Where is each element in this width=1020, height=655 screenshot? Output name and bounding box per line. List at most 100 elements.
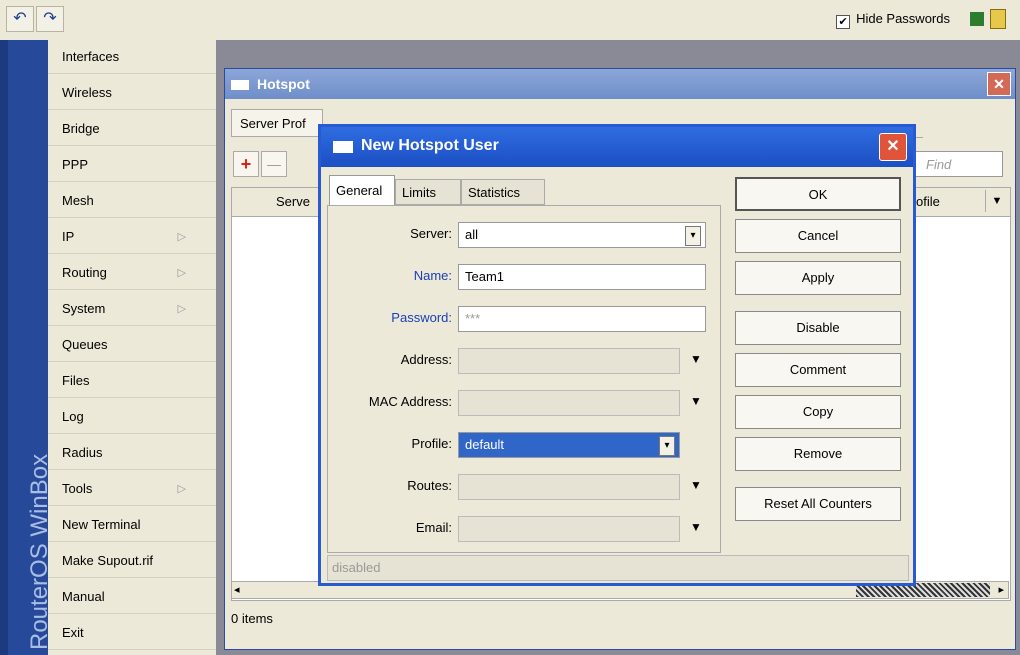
sidebar-item-interfaces[interactable]: Interfaces — [48, 40, 216, 74]
cancel-button[interactable]: Cancel — [735, 219, 901, 253]
sidebar-item-mesh[interactable]: Mesh — [48, 184, 216, 218]
sidebar-item-label: Mesh — [62, 193, 94, 208]
sidebar-item-label: Files — [62, 373, 90, 388]
mac-dropdown-icon[interactable]: ▼ — [688, 394, 704, 408]
reset-all-counters-button[interactable]: Reset All Counters — [735, 487, 901, 521]
sidebar-item-new-terminal[interactable]: New Terminal — [48, 508, 216, 542]
sidebar-item-queues[interactable]: Queues — [48, 328, 216, 362]
sidebar-item-ip[interactable]: IP ▷ — [48, 220, 216, 254]
select-arrow-icon[interactable]: ▾ — [685, 226, 701, 246]
close-icon[interactable]: ✕ — [879, 133, 907, 161]
routes-dropdown-icon[interactable]: ▼ — [688, 478, 704, 492]
address-dropdown-icon[interactable]: ▼ — [688, 352, 704, 366]
sidebar-item-make-supout-rif[interactable]: Make Supout.rif — [48, 544, 216, 578]
window-icon — [231, 80, 249, 90]
redo-button[interactable]: ↷ — [36, 6, 64, 32]
lock-icon — [990, 9, 1006, 29]
mac-address-input[interactable] — [458, 390, 680, 416]
ok-button[interactable]: OK — [735, 177, 901, 211]
sidebar-item-label: New Terminal — [62, 517, 141, 532]
server-select[interactable]: all ▾ — [458, 222, 706, 248]
add-button[interactable]: + — [233, 151, 259, 177]
sidebar-item-label: Tools — [62, 481, 93, 496]
hotspot-titlebar[interactable]: Hotspot ✕ — [225, 69, 1015, 99]
general-panel: Server: all ▾ Name: Team1 Password: *** A… — [327, 205, 721, 553]
sidebar-item-bridge[interactable]: Bridge — [48, 112, 216, 146]
sidebar-item-ppp[interactable]: PPP — [48, 148, 216, 182]
connection-status-icon — [970, 12, 984, 26]
copy-button[interactable]: Copy — [735, 395, 901, 429]
tab-general[interactable]: General — [329, 175, 395, 205]
email-input[interactable] — [458, 516, 680, 542]
dialog-status: disabled — [327, 555, 909, 581]
remove-button[interactable]: — — [261, 151, 287, 177]
address-label: Address: — [400, 352, 452, 367]
tab-limits[interactable]: Limits — [395, 179, 461, 205]
sidebar-item-system[interactable]: System ▷ — [48, 292, 216, 326]
submenu-arrow-icon: ▷ — [177, 231, 186, 243]
sidebar-item-label: Exit — [62, 625, 84, 640]
routes-input[interactable] — [458, 474, 680, 500]
email-dropdown-icon[interactable]: ▼ — [688, 520, 704, 534]
find-input[interactable]: Find — [915, 151, 1003, 177]
brand-strip: RouterOS WinBox — [0, 40, 53, 655]
hide-passwords-checkbox[interactable]: ✔ — [836, 15, 851, 29]
sidebar-item-label: Queues — [62, 337, 108, 352]
sidebar-item-label: Make Supout.rif — [62, 553, 154, 568]
sidebar-item-log[interactable]: Log — [48, 400, 216, 434]
profile-value: default — [465, 437, 505, 452]
column-profile[interactable]: ofile — [916, 194, 940, 209]
sidebar-item-tools[interactable]: Tools ▷ — [48, 472, 216, 506]
sidebar-item-wireless[interactable]: Wireless — [48, 76, 216, 110]
submenu-arrow-icon: ▷ — [177, 303, 186, 315]
dialog-titlebar[interactable]: New Hotspot User ✕ — [321, 127, 913, 167]
sidebar-item-label: PPP — [62, 157, 89, 172]
scroll-left-icon[interactable]: ◂ — [234, 582, 240, 598]
disable-button[interactable]: Disable — [735, 311, 901, 345]
window-icon — [333, 141, 353, 153]
submenu-arrow-icon: ▷ — [177, 483, 186, 495]
name-input[interactable]: Team1 — [458, 264, 706, 290]
redo-icon: ↷ — [43, 10, 57, 27]
submenu-arrow-icon: ▷ — [177, 267, 186, 279]
server-label: Server: — [410, 226, 452, 241]
items-count: 0 items — [231, 611, 273, 626]
sidebar-item-exit[interactable]: Exit — [48, 616, 216, 650]
sidebar-item-label: IP — [62, 229, 75, 244]
sidebar-item-label: Radius — [62, 445, 103, 460]
brand-accent — [0, 40, 8, 655]
sidebar-item-label: Manual — [62, 589, 105, 604]
sidebar-item-label: Wireless — [62, 85, 112, 100]
close-icon[interactable]: ✕ — [987, 72, 1011, 96]
tab-statistics[interactable]: Statistics — [461, 179, 545, 205]
apply-button[interactable]: Apply — [735, 261, 901, 295]
password-input[interactable]: *** — [458, 306, 706, 332]
email-label: Email: — [415, 520, 452, 535]
new-hotspot-user-dialog: New Hotspot User ✕ General Limits Statis… — [318, 124, 916, 586]
undo-button[interactable]: ↶ — [6, 6, 34, 32]
sidebar-item-files[interactable]: Files — [48, 364, 216, 398]
comment-button[interactable]: Comment — [735, 353, 901, 387]
sidebar-item-radius[interactable]: Radius — [48, 436, 216, 470]
address-input[interactable] — [458, 348, 680, 374]
undo-icon: ↶ — [13, 10, 27, 27]
column-server[interactable]: Serve — [276, 194, 310, 209]
select-arrow-icon[interactable]: ▾ — [659, 436, 675, 456]
sidebar-item-label: Log — [62, 409, 84, 424]
hide-passwords-toggle[interactable]: ✔ Hide Passwords — [836, 11, 950, 29]
hide-passwords-label: Hide Passwords — [856, 11, 950, 26]
profile-select[interactable]: default ▾ — [458, 432, 680, 458]
sidebar-item-routing[interactable]: Routing ▷ — [48, 256, 216, 290]
sidebar-item-label: Routing — [62, 265, 107, 280]
main-toolbar: ↶ ↷ ✔ Hide Passwords — [0, 0, 1020, 41]
tab-server-profiles[interactable]: Server Prof — [231, 109, 323, 137]
column-menu-icon[interactable]: ▼ — [985, 190, 1008, 212]
scroll-right-icon[interactable]: ▸ — [998, 582, 1004, 598]
name-label: Name: — [413, 268, 452, 283]
sidebar-item-label: System — [62, 301, 106, 316]
sidebar-item-manual[interactable]: Manual — [48, 580, 216, 614]
sidebar-item-label: Bridge — [62, 121, 100, 136]
profile-label: Profile: — [411, 436, 452, 451]
hotspot-title: Hotspot — [257, 76, 310, 92]
remove-button[interactable]: Remove — [735, 437, 901, 471]
